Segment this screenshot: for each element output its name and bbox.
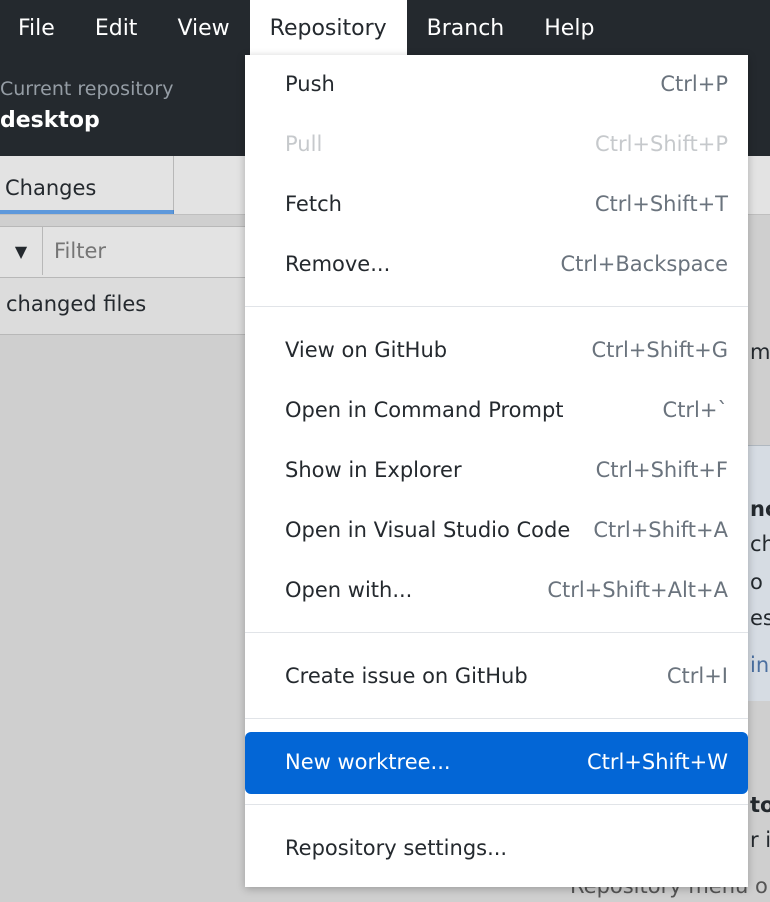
changed-files-label: changed files <box>6 292 147 316</box>
menu-bar: File Edit View Repository Branch Help <box>0 0 770 56</box>
bg-text-fragment: r i <box>750 828 770 852</box>
menu-item-shortcut: Ctrl+` <box>662 398 728 422</box>
menu-item-push[interactable]: Push Ctrl+P <box>245 55 748 115</box>
menu-item-pull[interactable]: Pull Ctrl+Shift+P <box>245 115 748 175</box>
menu-item-fetch[interactable]: Fetch Ctrl+Shift+T <box>245 175 748 235</box>
menu-item-shortcut: Ctrl+Shift+F <box>595 458 728 482</box>
menu-edit[interactable]: Edit <box>75 0 158 56</box>
menu-item-repository-settings[interactable]: Repository settings... <box>245 819 748 879</box>
menu-item-label: Pull <box>285 132 323 156</box>
menu-view[interactable]: View <box>157 0 249 56</box>
filter-options-button[interactable]: ▼ <box>0 227 43 275</box>
repo-name: desktop <box>0 108 100 133</box>
menu-item-shortcut: Ctrl+Backspace <box>560 252 728 276</box>
caret-down-icon: ▼ <box>14 241 28 261</box>
menu-item-label: Open in Visual Studio Code <box>285 518 571 542</box>
menu-item-shortcut: Ctrl+I <box>666 664 728 688</box>
bg-text-fragment: to <box>750 793 770 817</box>
menu-item-open-in-vscode[interactable]: Open in Visual Studio Code Ctrl+Shift+A <box>245 501 748 561</box>
menu-item-shortcut: Ctrl+Shift+T <box>594 192 728 216</box>
menu-separator <box>245 306 748 307</box>
menu-item-shortcut: Ctrl+P <box>660 72 728 96</box>
menu-item-create-issue[interactable]: Create issue on GitHub Ctrl+I <box>245 647 748 707</box>
bg-text-fragment: o <box>750 570 763 594</box>
repository-menu: Push Ctrl+P Pull Ctrl+Shift+P Fetch Ctrl… <box>245 55 748 887</box>
menu-item-remove[interactable]: Remove... Ctrl+Backspace <box>245 235 748 295</box>
repo-caption: Current repository <box>0 78 174 100</box>
menu-item-shortcut: Ctrl+Shift+A <box>593 518 728 542</box>
menu-item-label: Show in Explorer <box>285 458 462 482</box>
tab-changes-label: Changes <box>5 176 97 200</box>
filter-row: ▼ <box>0 226 250 278</box>
menu-help[interactable]: Help <box>524 0 614 56</box>
menu-item-new-worktree[interactable]: New worktree... Ctrl+Shift+W <box>245 732 748 794</box>
menu-item-label: Fetch <box>285 192 342 216</box>
menu-item-shortcut: Ctrl+Shift+Alt+A <box>547 578 728 602</box>
menu-file[interactable]: File <box>0 0 75 56</box>
menu-item-shortcut: Ctrl+Shift+G <box>591 338 728 362</box>
menu-branch[interactable]: Branch <box>407 0 525 56</box>
menu-item-label: New worktree... <box>285 750 451 774</box>
changed-files-header[interactable]: changed files <box>0 278 250 335</box>
bg-text-fragment: est <box>750 606 770 630</box>
menu-item-label: Create issue on GitHub <box>285 664 528 688</box>
menu-item-shortcut: Ctrl+Shift+W <box>586 750 728 774</box>
menu-separator <box>245 804 748 805</box>
bg-text-fragment: in <box>750 653 770 677</box>
bg-text-fragment: nc <box>750 497 770 521</box>
menu-item-label: Open with... <box>285 578 413 602</box>
tab-changes[interactable]: Changes <box>0 156 174 214</box>
menu-item-label: Repository settings... <box>285 836 508 860</box>
menu-separator <box>245 632 748 633</box>
filter-input[interactable] <box>44 227 244 275</box>
menu-item-label: Push <box>285 72 335 96</box>
menu-item-show-in-explorer[interactable]: Show in Explorer Ctrl+Shift+F <box>245 441 748 501</box>
menu-item-open-with[interactable]: Open with... Ctrl+Shift+Alt+A <box>245 561 748 621</box>
menu-item-label: Remove... <box>285 252 391 276</box>
menu-item-label: View on GitHub <box>285 338 448 362</box>
current-repository-selector[interactable]: Current repository desktop <box>0 56 245 156</box>
tab-active-underline <box>0 210 174 214</box>
menu-separator <box>245 718 748 719</box>
menu-item-view-on-github[interactable]: View on GitHub Ctrl+Shift+G <box>245 321 748 381</box>
menu-item-open-in-command-prompt[interactable]: Open in Command Prompt Ctrl+` <box>245 381 748 441</box>
menu-item-shortcut: Ctrl+Shift+P <box>595 132 728 156</box>
bg-text-fragment: ch <box>750 532 770 556</box>
menu-item-label: Open in Command Prompt <box>285 398 564 422</box>
bg-text-fragment: mi <box>750 340 770 364</box>
menu-repository[interactable]: Repository <box>249 0 407 56</box>
